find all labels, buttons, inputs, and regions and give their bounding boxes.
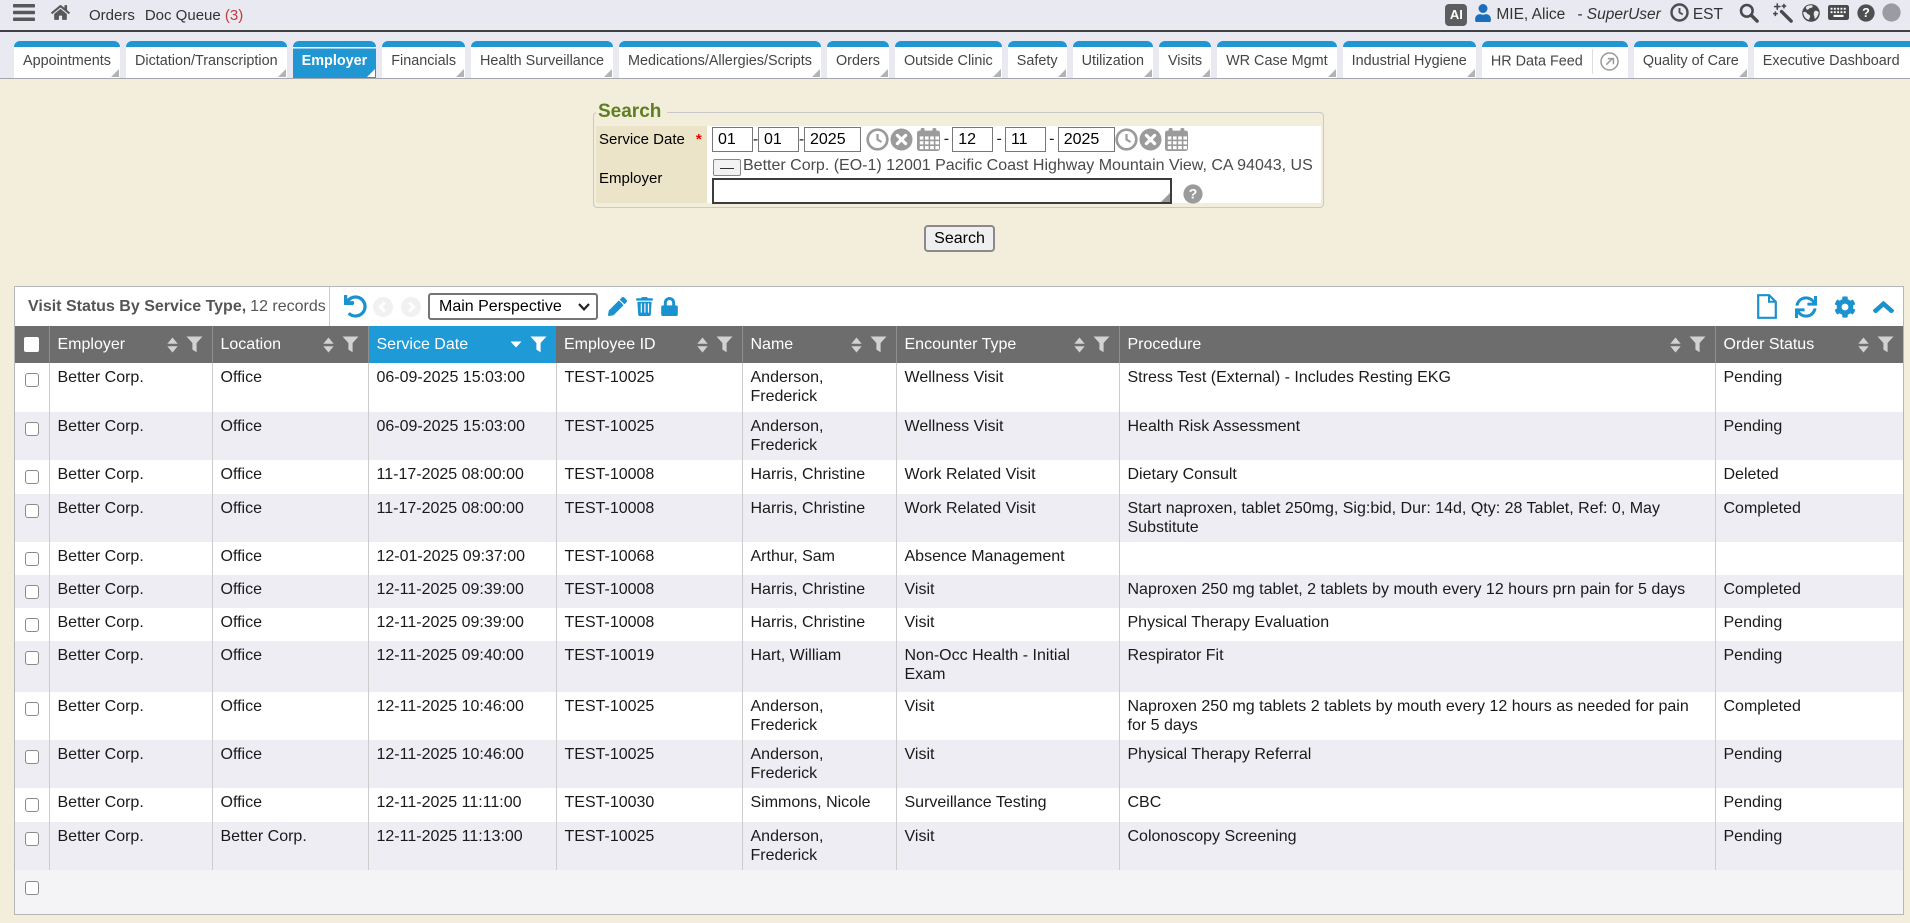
svg-text:?: ? [1862,6,1870,20]
svg-text:?: ? [1189,186,1198,202]
